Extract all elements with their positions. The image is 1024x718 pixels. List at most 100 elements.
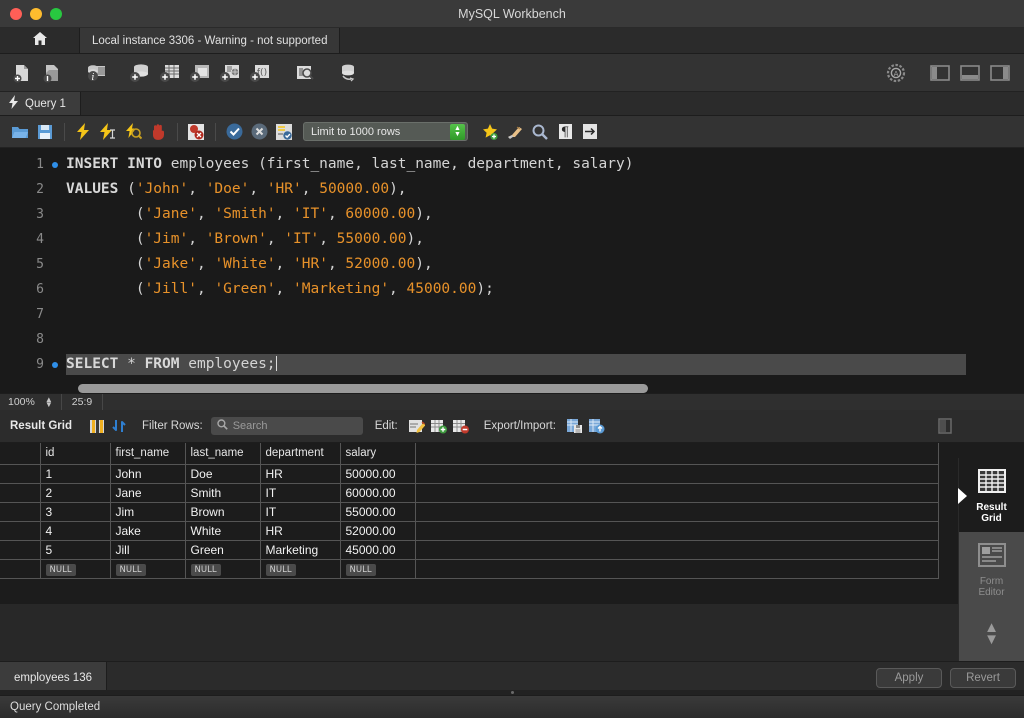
- edit-row-icon[interactable]: [406, 415, 428, 437]
- editor-hscroll-thumb[interactable]: [78, 384, 648, 393]
- table-row[interactable]: 1 John Doe HR 50000.00: [0, 464, 939, 484]
- view-form-editor-button[interactable]: Form Editor: [959, 532, 1024, 606]
- table-row[interactable]: 5 Jill Green Marketing 45000.00: [0, 540, 939, 560]
- result-tab-employees[interactable]: employees 136: [0, 662, 107, 693]
- table-cell[interactable]: 1: [40, 464, 111, 484]
- column-header-first-name[interactable]: first_name: [110, 443, 186, 465]
- column-header-id[interactable]: id: [40, 443, 111, 465]
- search-table-data-button[interactable]: [290, 59, 318, 87]
- editor-horizontal-scrollbar[interactable]: [78, 384, 1012, 393]
- code-line[interactable]: 5 ('Jake', 'White', 'HR', 52000.00),: [0, 252, 1024, 277]
- table-row-placeholder[interactable]: NULL NULL NULL NULL NULL: [0, 559, 939, 579]
- table-row[interactable]: 3 Jim Brown IT 55000.00: [0, 502, 939, 522]
- delete-row-icon[interactable]: [450, 415, 472, 437]
- wrap-lines-button[interactable]: [578, 120, 602, 144]
- save-file-button[interactable]: [33, 120, 57, 144]
- table-cell-null[interactable]: NULL: [340, 559, 416, 579]
- table-cell-null[interactable]: NULL: [40, 559, 111, 579]
- new-schema-button[interactable]: [126, 59, 154, 87]
- row-selector[interactable]: [0, 483, 41, 503]
- table-cell[interactable]: Green: [185, 540, 261, 560]
- clear-query-button[interactable]: [503, 120, 527, 144]
- table-cell[interactable]: 55000.00: [340, 502, 416, 522]
- code-line[interactable]: 1 INSERT INTO employees (first_name, last…: [0, 152, 1024, 177]
- toggle-autocommit-button[interactable]: [272, 120, 296, 144]
- import-recordset-icon[interactable]: [586, 415, 608, 437]
- toggle-secondary-sidebar-button[interactable]: [986, 59, 1014, 87]
- table-cell[interactable]: 52000.00: [340, 521, 416, 541]
- table-cell[interactable]: Marketing: [260, 540, 341, 560]
- new-function-button[interactable]: f(): [246, 59, 274, 87]
- table-cell[interactable]: HR: [260, 521, 341, 541]
- code-line[interactable]: 2 VALUES ('John', 'Doe', 'HR', 50000.00),: [0, 177, 1024, 202]
- sql-editor[interactable]: programguru.org 1INSERT INTO employees (…: [0, 148, 1024, 410]
- row-selector[interactable]: [0, 559, 41, 579]
- find-button[interactable]: [528, 120, 552, 144]
- code-line[interactable]: 3 ('Jane', 'Smith', 'IT', 60000.00),: [0, 202, 1024, 227]
- new-view-button[interactable]: [186, 59, 214, 87]
- stop-button[interactable]: [146, 120, 170, 144]
- column-header-department[interactable]: department: [260, 443, 341, 465]
- row-selector[interactable]: [0, 540, 41, 560]
- table-row[interactable]: 4 Jake White HR 52000.00: [0, 521, 939, 541]
- toggle-output-button[interactable]: [956, 59, 984, 87]
- zoom-stepper-icon[interactable]: ▲ ▼: [45, 396, 53, 409]
- table-cell[interactable]: 3: [40, 502, 111, 522]
- refresh-icon[interactable]: [108, 415, 130, 437]
- table-cell[interactable]: 2: [40, 483, 111, 503]
- table-cell[interactable]: Jake: [110, 521, 186, 541]
- new-table-button[interactable]: [156, 59, 184, 87]
- toggle-field-panel-icon[interactable]: [934, 415, 956, 437]
- code-line[interactable]: 8: [0, 327, 1024, 352]
- table-cell[interactable]: Jim: [110, 502, 186, 522]
- sql-code-area[interactable]: 1 INSERT INTO employees (first_name, last…: [0, 148, 1024, 377]
- open-file-button[interactable]: [8, 120, 32, 144]
- export-recordset-icon[interactable]: [564, 415, 586, 437]
- column-header-salary[interactable]: salary: [340, 443, 416, 465]
- beautify-query-button[interactable]: [478, 120, 502, 144]
- commit-button[interactable]: [222, 120, 246, 144]
- table-cell[interactable]: Jill: [110, 540, 186, 560]
- column-toggle-icon[interactable]: [86, 415, 108, 437]
- maximize-window-button[interactable]: [50, 7, 62, 20]
- code-line[interactable]: 9 SELECT * FROM employees;: [0, 352, 1024, 377]
- table-cell[interactable]: Doe: [185, 464, 261, 484]
- toggle-sidebar-button[interactable]: [926, 59, 954, 87]
- table-cell[interactable]: White: [185, 521, 261, 541]
- row-selector[interactable]: [0, 502, 41, 522]
- instance-tab[interactable]: Local instance 3306 - Warning - not supp…: [80, 28, 341, 53]
- code-line[interactable]: 7: [0, 302, 1024, 327]
- row-limit-select[interactable]: Limit to 1000 rows ▲ ▼: [303, 122, 468, 141]
- table-cell-null[interactable]: NULL: [110, 559, 186, 579]
- table-cell[interactable]: Jane: [110, 483, 186, 503]
- code-line[interactable]: 4 ('Jim', 'Brown', 'IT', 55000.00),: [0, 227, 1024, 252]
- row-selector[interactable]: [0, 521, 41, 541]
- open-sql-file-button[interactable]: [38, 59, 66, 87]
- execute-button[interactable]: [71, 120, 95, 144]
- table-cell[interactable]: 4: [40, 521, 111, 541]
- apply-button[interactable]: Apply: [876, 667, 942, 688]
- view-result-grid-button[interactable]: Result Grid: [959, 458, 1024, 532]
- toggle-admin-button[interactable]: A: [882, 59, 910, 87]
- insert-row-icon[interactable]: [428, 415, 450, 437]
- results-area[interactable]: id first_name last_name department salar…: [0, 443, 1024, 604]
- table-cell[interactable]: John: [110, 464, 186, 484]
- close-window-button[interactable]: [10, 7, 22, 20]
- table-cell[interactable]: HR: [260, 464, 341, 484]
- table-cell[interactable]: 5: [40, 540, 111, 560]
- tab-query-1[interactable]: Query 1: [0, 92, 81, 115]
- revert-button[interactable]: Revert: [950, 667, 1016, 688]
- table-cell[interactable]: IT: [260, 502, 341, 522]
- table-cell[interactable]: 45000.00: [340, 540, 416, 560]
- search-input[interactable]: Search: [210, 417, 363, 435]
- chevron-updown-icon[interactable]: ▲ ▼: [959, 620, 1024, 647]
- toggle-stop-on-error-button[interactable]: [184, 120, 208, 144]
- table-row[interactable]: 2 Jane Smith IT 60000.00: [0, 483, 939, 503]
- table-cell-null[interactable]: NULL: [185, 559, 261, 579]
- rollback-button[interactable]: [247, 120, 271, 144]
- connection-info-button[interactable]: i: [82, 59, 110, 87]
- column-header-last-name[interactable]: last_name: [185, 443, 261, 465]
- home-button[interactable]: [0, 28, 80, 53]
- explain-button[interactable]: [121, 120, 145, 144]
- table-cell[interactable]: 60000.00: [340, 483, 416, 503]
